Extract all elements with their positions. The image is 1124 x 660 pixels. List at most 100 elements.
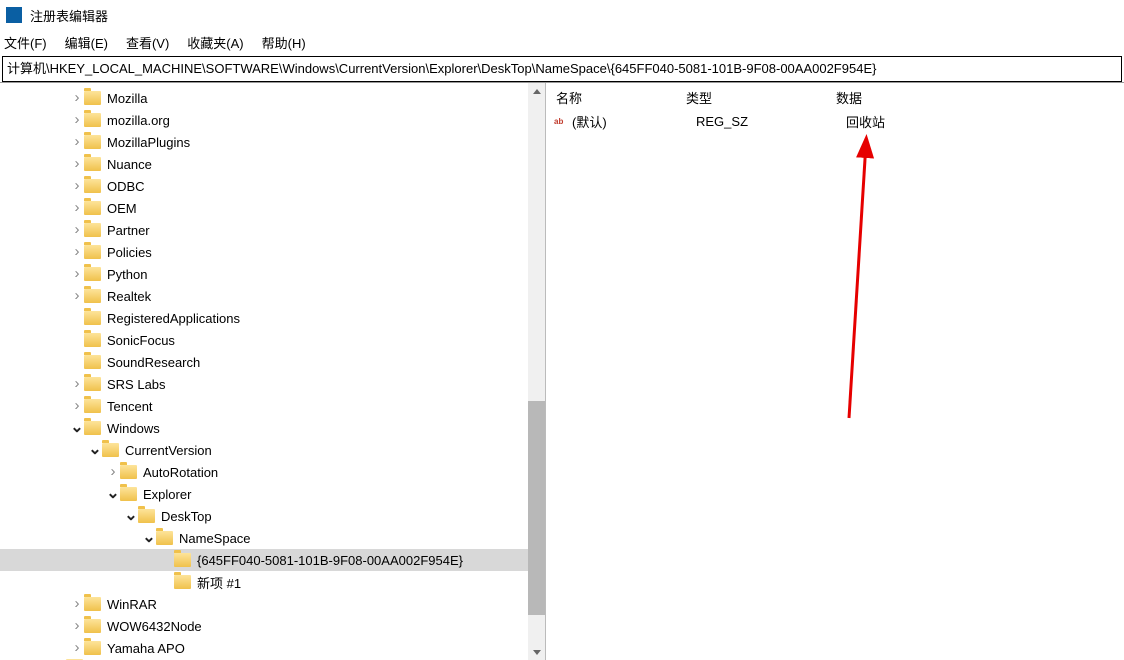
tree-item[interactable]: ⌄Explorer [0,483,545,505]
tree-item[interactable]: ›mozilla.org [0,109,545,131]
menu-favorites[interactable]: 收藏夹(A) [187,33,243,52]
tree-item[interactable]: › WinRAR [0,593,545,615]
tree-item-label: SonicFocus [107,333,175,348]
tree-item-label: SoundResearch [107,355,200,370]
folder-icon [84,113,101,127]
tree-item-label: OEM [107,201,137,216]
folder-icon [84,179,101,193]
folder-icon [84,245,101,259]
address-bar[interactable]: 计算机\HKEY_LOCAL_MACHINE\SOFTWARE\Windows\… [2,56,1122,82]
chevron-down-icon[interactable]: ⌄ [106,491,120,497]
chevron-right-icon[interactable]: › [70,621,84,631]
tree-item-label: Python [107,267,147,282]
value-row[interactable]: ab (默认) REG_SZ 回收站 [546,110,1124,132]
folder-icon [84,201,101,215]
folder-icon [84,421,101,435]
header-data[interactable]: 数据 [836,88,862,107]
menu-edit[interactable]: 编辑(E) [65,33,108,52]
folder-icon [84,377,101,391]
scroll-track[interactable] [528,99,545,644]
tree-item-label: MozillaPlugins [107,135,190,150]
tree-item[interactable]: ⌄ Windows [0,417,545,439]
tree-item[interactable]: {645FF040-5081-101B-9F08-00AA002F954E} [0,549,545,571]
chevron-right-icon[interactable]: › [106,467,120,477]
tree-item[interactable]: RegisteredApplications [0,307,545,329]
chevron-down-icon[interactable]: ⌄ [124,513,138,519]
tree-item[interactable]: › OEM [0,197,545,219]
tree-item[interactable]: › Python [0,263,545,285]
tree-item[interactable]: 新项 #1 [0,571,545,593]
tree-item-label: Windows [107,421,160,436]
tree-item-label: Tencent [107,399,153,414]
scroll-down-button[interactable] [528,644,545,660]
menu-help[interactable]: 帮助(H) [262,33,306,52]
tree-item[interactable]: › MozillaPlugins [0,131,545,153]
chevron-right-icon[interactable]: › [70,159,84,169]
folder-icon [84,311,101,325]
menu-view[interactable]: 查看(V) [126,33,169,52]
chevron-right-icon[interactable]: › [70,269,84,279]
chevron-down-icon[interactable]: ⌄ [142,535,156,541]
folder-icon [84,641,101,655]
tree-item-label: Nuance [107,157,152,172]
tree-scrollbar[interactable] [528,83,545,660]
tree-item[interactable]: ⌄ NameSpace [0,527,545,549]
chevron-right-icon[interactable]: › [70,379,84,389]
folder-icon [84,399,101,413]
chevron-right-icon[interactable]: › [70,115,84,125]
chevron-right-icon[interactable]: › [70,181,84,191]
tree-item-label: Realtek [107,289,151,304]
tree-pane[interactable]: ›Mozilla›mozilla.org›MozillaPlugins›Nuan… [0,83,546,660]
tree-item[interactable]: ›WOW6432Node [0,615,545,637]
tree-item-label: SRS Labs [107,377,166,392]
scroll-thumb[interactable] [528,401,545,615]
chevron-right-icon[interactable]: › [70,225,84,235]
tree-item[interactable]: › Nuance [0,153,545,175]
tree-item-label: AutoRotation [143,465,218,480]
folder-icon [84,619,101,633]
tree-item[interactable]: ›Yamaha APO [0,637,545,659]
tree-item-label: DeskTop [161,509,212,524]
tree-item[interactable]: SoundResearch [0,351,545,373]
folder-icon [120,465,137,479]
tree-item[interactable]: SonicFocus [0,329,545,351]
tree-item-label: {645FF040-5081-101B-9F08-00AA002F954E} [197,553,463,568]
tree-item[interactable]: ›Partner [0,219,545,241]
string-value-icon: ab [552,114,568,128]
value-pane[interactable]: 名称 类型 数据 ab (默认) REG_SZ 回收站 [546,83,1124,660]
window-title: 注册表编辑器 [30,6,108,25]
tree-item[interactable]: › Realtek [0,285,545,307]
tree-item[interactable]: › SRS Labs [0,373,545,395]
header-name[interactable]: 名称 [556,88,686,107]
tree-item[interactable]: › AutoRotation [0,461,545,483]
chevron-right-icon[interactable]: › [70,643,84,653]
scroll-up-button[interactable] [528,83,545,99]
chevron-down-icon[interactable]: ⌄ [88,447,102,453]
chevron-right-icon[interactable]: › [70,599,84,609]
chevron-right-icon[interactable]: › [70,137,84,147]
tree-item-label: NameSpace [179,531,251,546]
tree-item[interactable]: ⌄CurrentVersion [0,439,545,461]
menu-file[interactable]: 文件(F) [4,33,47,52]
chevron-down-icon[interactable]: ⌄ [70,425,84,431]
chevron-right-icon[interactable]: › [70,247,84,257]
address-text: 计算机\HKEY_LOCAL_MACHINE\SOFTWARE\Windows\… [7,58,876,80]
chevron-right-icon[interactable]: › [70,291,84,301]
tree-item[interactable]: ›ODBC [0,175,545,197]
folder-icon [174,575,191,589]
value-type: REG_SZ [696,114,846,129]
chevron-right-icon[interactable]: › [70,203,84,213]
tree-item[interactable]: › Policies [0,241,545,263]
value-name: (默认) [572,112,696,131]
folder-icon [138,509,155,523]
tree-item-label: WinRAR [107,597,157,612]
folder-icon [174,553,191,567]
tree-item-label: Policies [107,245,152,260]
tree-item[interactable]: › Tencent [0,395,545,417]
chevron-right-icon[interactable]: › [70,401,84,411]
tree-item[interactable]: ⌄ DeskTop [0,505,545,527]
chevron-right-icon[interactable]: › [70,93,84,103]
header-type[interactable]: 类型 [686,88,836,107]
tree-item[interactable]: ›Mozilla [0,87,545,109]
title-bar[interactable]: 注册表编辑器 [0,0,1124,30]
